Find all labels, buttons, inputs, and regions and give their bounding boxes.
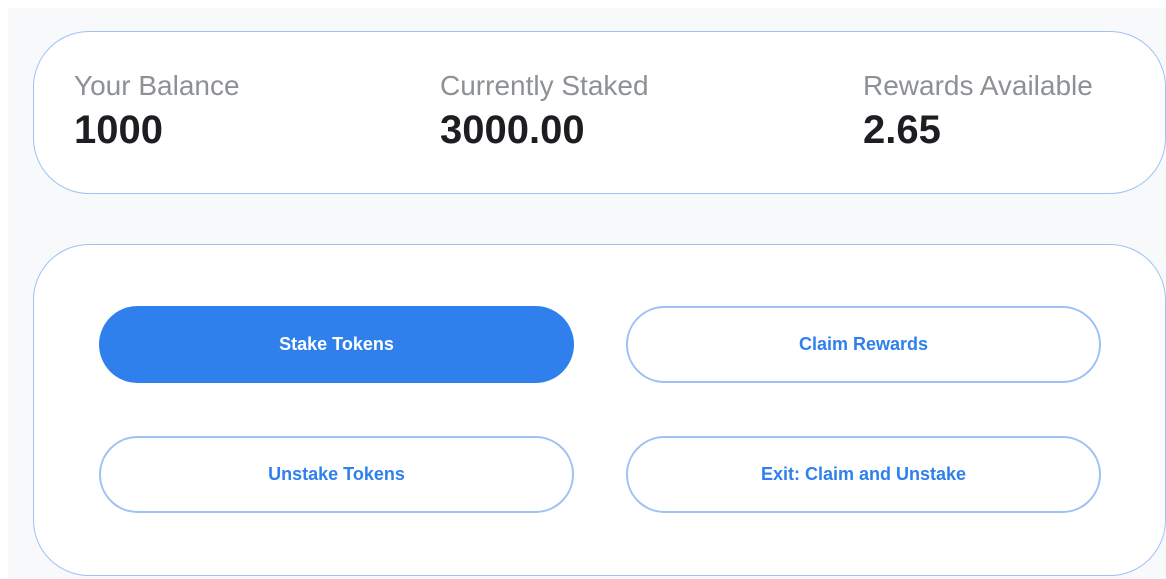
staked-value: 3000.00 [440,108,585,152]
page-background: Your Balance 1000 Currently Staked 3000.… [8,8,1166,579]
balance-label: Your Balance [74,70,240,101]
staked-label: Currently Staked [440,70,649,101]
balance-value: 1000 [74,108,163,152]
rewards-stat: Rewards Available 2.65 [863,68,1093,154]
rewards-value: 2.65 [863,108,941,152]
staked-stat: Currently Staked 3000.00 [440,68,649,154]
actions-card: Stake Tokens Claim Rewards Unstake Token… [33,244,1166,576]
rewards-label: Rewards Available [863,70,1093,101]
unstake-tokens-button[interactable]: Unstake Tokens [99,436,574,513]
claim-rewards-button[interactable]: Claim Rewards [626,306,1101,383]
exit-claim-unstake-button[interactable]: Exit: Claim and Unstake [626,436,1101,513]
stats-card: Your Balance 1000 Currently Staked 3000.… [33,31,1166,194]
stake-tokens-button[interactable]: Stake Tokens [99,306,574,383]
balance-stat: Your Balance 1000 [74,68,240,154]
